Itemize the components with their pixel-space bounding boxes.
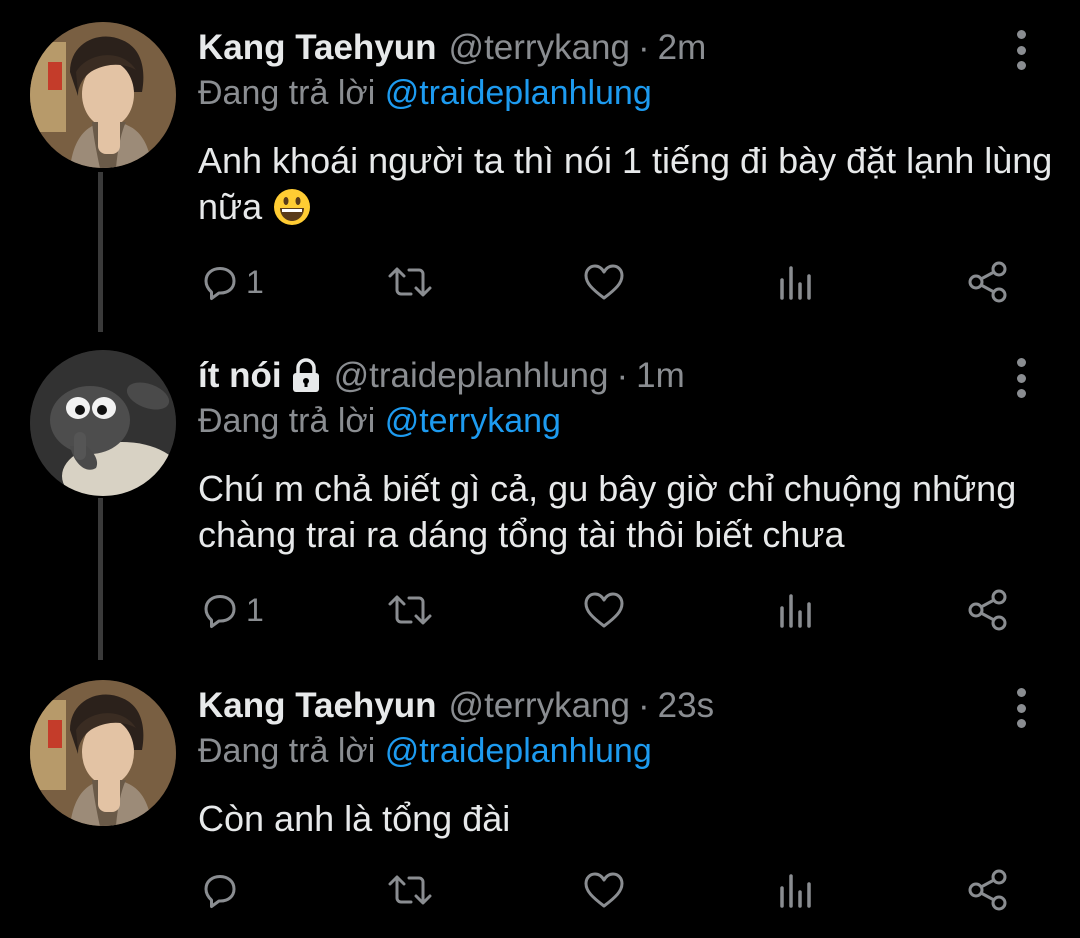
reply-count: 1: [246, 263, 264, 300]
share-button[interactable]: [966, 870, 1010, 910]
separator: ·: [637, 28, 650, 67]
tweet-text-content: Chú m chả biết gì cả, gu bây giờ chỉ chu…: [198, 468, 1017, 555]
separator: ·: [637, 686, 650, 725]
grinning-face-emoji: [274, 189, 311, 225]
replying-to-label: Đang trả lời: [198, 732, 376, 770]
reply-to-handle-link[interactable]: @traideplanhlung: [385, 732, 652, 770]
avatar-image: [30, 350, 176, 496]
display-name[interactable]: Kang Taehyun: [198, 686, 437, 726]
avatar[interactable]: [30, 350, 176, 496]
stats-button[interactable]: [776, 590, 816, 630]
lock-icon: [292, 358, 319, 392]
tweet-header: Kang Taehyun @terrykang · 23s: [198, 682, 714, 730]
stats-button[interactable]: [776, 870, 816, 910]
reply-icon: [200, 590, 240, 630]
tweet[interactable]: ít nói @traideplanhlung · 1m Đang trả lờ…: [0, 328, 1080, 660]
reply-count: 1: [246, 591, 264, 628]
reply-button[interactable]: 1: [200, 262, 264, 302]
reply-icon: [200, 262, 240, 302]
share-button[interactable]: [966, 262, 1010, 302]
stats-icon: [776, 870, 816, 910]
reply-icon: [200, 870, 240, 910]
stats-icon: [776, 590, 816, 630]
tweet-header: Kang Taehyun @terrykang · 2m: [198, 24, 706, 72]
like-button[interactable]: [582, 870, 626, 910]
like-icon: [582, 262, 626, 302]
retweet-button[interactable]: [386, 262, 434, 302]
reply-to-handle-link[interactable]: @terrykang: [385, 402, 561, 440]
replying-to-label: Đang trả lời: [198, 74, 376, 112]
thread-connector: [98, 498, 103, 660]
user-handle[interactable]: @traideplanhlung: [334, 356, 609, 396]
stats-button[interactable]: [776, 262, 816, 302]
separator: ·: [616, 356, 629, 395]
avatar[interactable]: [30, 680, 176, 826]
share-button[interactable]: [966, 590, 1010, 630]
display-name[interactable]: Kang Taehyun: [198, 28, 437, 68]
tweet[interactable]: Kang Taehyun @terrykang · 23s Đang trả l…: [0, 658, 1080, 938]
stats-icon: [776, 262, 816, 302]
retweet-icon: [386, 590, 434, 630]
more-options-icon[interactable]: [1010, 688, 1032, 728]
retweet-button[interactable]: [386, 870, 434, 910]
share-icon: [966, 868, 1010, 912]
conversation-thread: Kang Taehyun @terrykang · 2m Đang trả lờ…: [0, 0, 1080, 938]
replying-to: Đang trả lời @traideplanhlung: [198, 732, 652, 771]
tweet-header: ít nói @traideplanhlung · 1m: [198, 352, 685, 400]
more-options-icon[interactable]: [1010, 30, 1032, 70]
tweet-text: Chú m chả biết gì cả, gu bây giờ chỉ chu…: [198, 466, 1058, 558]
avatar[interactable]: [30, 22, 176, 168]
more-options-icon[interactable]: [1010, 358, 1032, 398]
timestamp[interactable]: 23s: [658, 686, 714, 726]
reply-button[interactable]: 1: [200, 590, 264, 630]
share-icon: [966, 260, 1010, 304]
replying-to: Đang trả lời @terrykang: [198, 402, 561, 441]
avatar-image: [30, 22, 176, 168]
retweet-icon: [386, 262, 434, 302]
tweet-text: Anh khoái người ta thì nói 1 tiếng đi bà…: [198, 138, 1058, 230]
tweet-text: Còn anh là tổng đài: [198, 796, 1058, 842]
display-name[interactable]: ít nói: [198, 356, 282, 396]
reply-to-handle-link[interactable]: @traideplanhlung: [385, 74, 652, 112]
reply-button[interactable]: [200, 870, 240, 910]
retweet-icon: [386, 870, 434, 910]
user-handle[interactable]: @terrykang: [449, 28, 630, 68]
avatar-image: [30, 680, 176, 826]
tweet-actions: 1: [0, 258, 1080, 306]
thread-connector: [98, 172, 103, 332]
tweet-text-content: Anh khoái người ta thì nói 1 tiếng đi bà…: [198, 140, 1053, 227]
share-icon: [966, 588, 1010, 632]
user-handle[interactable]: @terrykang: [449, 686, 630, 726]
retweet-button[interactable]: [386, 590, 434, 630]
like-button[interactable]: [582, 590, 626, 630]
tweet-actions: [0, 866, 1080, 914]
tweet-text-content: Còn anh là tổng đài: [198, 798, 511, 839]
like-icon: [582, 870, 626, 910]
timestamp[interactable]: 2m: [658, 28, 707, 68]
tweet-actions: 1: [0, 586, 1080, 634]
tweet[interactable]: Kang Taehyun @terrykang · 2m Đang trả lờ…: [0, 0, 1080, 332]
like-button[interactable]: [582, 262, 626, 302]
replying-to: Đang trả lời @traideplanhlung: [198, 74, 652, 113]
timestamp[interactable]: 1m: [636, 356, 685, 396]
replying-to-label: Đang trả lời: [198, 402, 376, 440]
like-icon: [582, 590, 626, 630]
